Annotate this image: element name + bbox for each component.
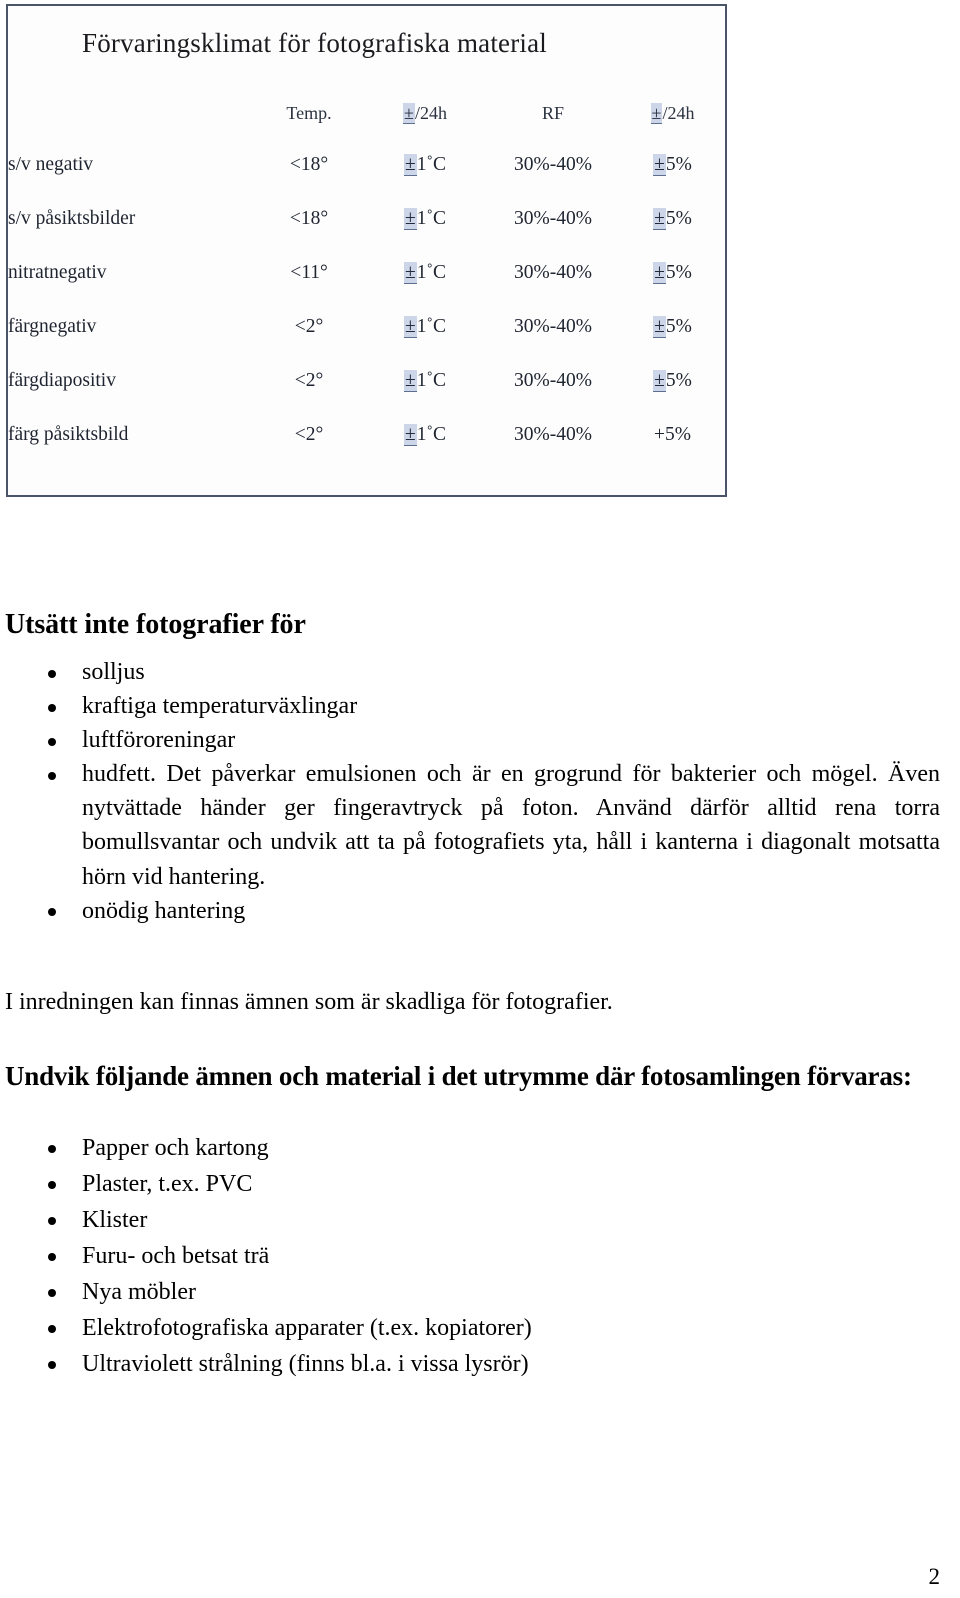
list-item: Plaster, t.ex. PVC — [5, 1166, 940, 1202]
cell-material: färgnegativ — [8, 316, 97, 337]
plus-minus-icon: ± — [404, 316, 417, 338]
list-item-handling: onödig hantering — [5, 894, 940, 928]
table-row: nitratnegativ <11° ±1˚C 30%-40% ±5% — [8, 246, 725, 300]
list-item: solljus — [5, 655, 940, 689]
cell-temperature: <2° — [294, 370, 324, 391]
table-header-row: Temp. ±/24h RF ±/24h — [8, 88, 725, 138]
section-heading-avoid: Undvik följande ämnen och material i det… — [5, 1061, 912, 1092]
list-item-skin-oil: hudfett. Det påverkar emulsionen och är … — [5, 757, 940, 893]
column-header-material — [8, 88, 254, 138]
cell-material: nitratnegativ — [8, 262, 107, 283]
list-item: Furu- och betsat trä — [5, 1238, 940, 1274]
cell-temp-deviation: ±1˚C — [404, 208, 446, 230]
table-header: Temp. ±/24h RF ±/24h — [8, 88, 725, 138]
plus-minus-icon: ± — [404, 262, 417, 284]
table-row: färgnegativ <2° ±1˚C 30%-40% ±5% — [8, 300, 725, 354]
cell-temperature: <11° — [290, 262, 328, 283]
list-item: Klister — [5, 1202, 940, 1238]
list-item: Nya möbler — [5, 1274, 940, 1310]
cell-rf-deviation: +5% — [654, 424, 691, 445]
list-item: kraftiga temperaturväxlingar — [5, 689, 940, 723]
column-header-rf: RF — [541, 102, 565, 123]
cell-temp-deviation: ±1˚C — [404, 424, 446, 446]
cell-material: färg påsiktsbild — [8, 424, 129, 445]
plus-minus-icon: ± — [404, 370, 417, 392]
plus-minus-icon: ± — [653, 370, 666, 392]
climate-table-figure: Förvaringsklimat för fotografiska materi… — [6, 4, 727, 497]
column-header-rf-deviation: ±/24h — [650, 102, 695, 124]
list-item: Ultraviolett strålning (finns bl.a. i vi… — [5, 1346, 940, 1382]
plus-minus-icon: ± — [653, 154, 666, 176]
cell-relative-humidity: 30%-40% — [514, 370, 592, 391]
bullet-list-avoid: Papper och kartong Plaster, t.ex. PVC Klis… — [5, 1130, 940, 1382]
cell-temperature: <2° — [294, 424, 324, 445]
table-body: s/v negativ <18° ±1˚C 30%-40% ±5% s/v påsikts… — [8, 138, 725, 462]
table-row: s/v negativ <18° ±1˚C 30%-40% ±5% — [8, 138, 725, 192]
table-row: färg påsiktsbild <2° ±1˚C 30%-40% +5% — [8, 408, 725, 462]
cell-rf-deviation: ±5% — [653, 208, 692, 230]
cell-temperature: <2° — [294, 316, 324, 337]
column-header-temp: Temp. — [286, 102, 332, 123]
cell-rf-deviation: ±5% — [653, 154, 692, 176]
plus-minus-icon: ± — [404, 424, 417, 446]
cell-rf-deviation: ±5% — [653, 316, 692, 338]
cell-temp-deviation: ±1˚C — [404, 154, 446, 176]
list-item: Papper och kartong — [5, 1130, 940, 1166]
cell-temp-deviation: ±1˚C — [404, 370, 446, 392]
bullet-list-exposure: solljus kraftiga temperaturväxlingar luf… — [5, 655, 940, 928]
cell-rf-deviation: ±5% — [653, 262, 692, 284]
cell-rf-deviation: ±5% — [653, 370, 692, 392]
cell-material: s/v påsiktsbilder — [8, 208, 136, 229]
list-item: luftföroreningar — [5, 723, 940, 757]
plus-minus-icon: ± — [404, 208, 417, 230]
list-item: Elektrofotografiska apparater (t.ex. kop… — [5, 1310, 940, 1346]
figure-title: Förvaringsklimat för fotografiska materi… — [82, 28, 548, 58]
plus-minus-icon: ± — [404, 154, 417, 176]
plus-minus-icon: ± — [653, 316, 666, 338]
cell-material: färgdiapositiv — [8, 370, 116, 391]
table-row: s/v påsiktsbilder <18° ±1˚C 30%-40% ±5% — [8, 192, 725, 246]
plus-minus-icon: ± — [650, 102, 663, 124]
column-header-temp-deviation: ±/24h — [403, 102, 447, 124]
document-body: Utsätt inte fotografier för solljus kraf… — [5, 608, 940, 1382]
cell-relative-humidity: 30%-40% — [514, 316, 592, 337]
plus-minus-icon: ± — [653, 208, 666, 230]
cell-relative-humidity: 30%-40% — [514, 208, 592, 229]
cell-temp-deviation: ±1˚C — [404, 262, 446, 284]
table-row: färgdiapositiv <2° ±1˚C 30%-40% ±5% — [8, 354, 725, 408]
cell-material: s/v negativ — [8, 154, 94, 175]
cell-temp-deviation: ±1˚C — [404, 316, 446, 338]
cell-temperature: <18° — [289, 154, 329, 175]
cell-temperature: <18° — [289, 208, 329, 229]
interior-materials-note: I inredningen kan finnas ämnen som är sk… — [5, 988, 613, 1015]
plus-minus-icon: ± — [653, 262, 666, 284]
cell-relative-humidity: 30%-40% — [514, 424, 592, 445]
cell-relative-humidity: 30%-40% — [514, 154, 592, 175]
page-number: 2 — [928, 1564, 941, 1589]
plus-minus-icon: ± — [403, 102, 415, 124]
section-heading-exposure: Utsätt inte fotografier för — [5, 609, 306, 640]
climate-table: Temp. ±/24h RF ±/24h s/v negativ <18° ±1˚C… — [8, 88, 725, 462]
cell-relative-humidity: 30%-40% — [514, 262, 592, 283]
